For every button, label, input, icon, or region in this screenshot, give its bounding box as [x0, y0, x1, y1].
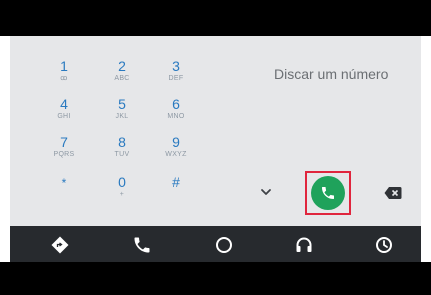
backspace-icon[interactable] — [384, 186, 402, 200]
top-letterbox — [0, 0, 431, 36]
key-4-letters: GHI — [57, 113, 71, 120]
key-hash-symbol: # — [172, 174, 180, 190]
key-7[interactable]: 7 PQRS — [44, 134, 84, 172]
key-3[interactable]: 3 DEF — [156, 58, 196, 96]
key-hash[interactable]: # — [156, 174, 196, 212]
key-1-digit: 1 — [60, 58, 68, 74]
key-9-letters: WXYZ — [165, 151, 187, 158]
key-6-letters: MNO — [167, 113, 185, 120]
key-2-digit: 2 — [118, 58, 126, 74]
navigation-icon[interactable] — [50, 235, 70, 255]
key-9-digit: 9 — [172, 134, 180, 150]
key-5-digit: 5 — [118, 96, 126, 112]
key-2-letters: ABC — [114, 75, 130, 82]
key-4-digit: 4 — [60, 96, 68, 112]
key-7-letters: PQRS — [53, 151, 75, 158]
key-8-letters: TUV — [114, 151, 130, 158]
key-5[interactable]: 5 JKL — [102, 96, 142, 134]
key-7-digit: 7 — [60, 134, 68, 150]
phone-icon — [322, 187, 334, 199]
key-0-digit: 0 — [118, 174, 126, 190]
key-3-digit: 3 — [172, 58, 180, 74]
nav-bar — [10, 226, 421, 262]
bottom-letterbox — [0, 262, 431, 295]
key-1-voicemail-label: ꝏ — [60, 75, 68, 82]
dial-number-title: Discar um número — [274, 66, 389, 82]
chevron-down-icon[interactable] — [256, 182, 276, 202]
call-button-highlight — [305, 171, 351, 215]
dialer-panel: 1 ꝏ 2 ABC 3 DEF 4 GHI 5 JKL 6 MNO 7 PQRS… — [10, 36, 421, 226]
key-8[interactable]: 8 TUV — [102, 134, 142, 172]
key-6-digit: 6 — [172, 96, 180, 112]
key-4[interactable]: 4 GHI — [44, 96, 84, 134]
key-0-plus: + — [119, 191, 125, 198]
key-6[interactable]: 6 MNO — [156, 96, 196, 134]
phone-icon[interactable] — [132, 235, 152, 255]
key-star-symbol: * — [61, 176, 67, 190]
key-2[interactable]: 2 ABC — [102, 58, 142, 96]
keypad: 1 ꝏ 2 ABC 3 DEF 4 GHI 5 JKL 6 MNO 7 PQRS… — [10, 36, 210, 226]
key-0[interactable]: 0 + — [102, 174, 142, 212]
android-auto-screen: 1 ꝏ 2 ABC 3 DEF 4 GHI 5 JKL 6 MNO 7 PQRS… — [0, 0, 431, 295]
key-1[interactable]: 1 ꝏ — [44, 58, 84, 96]
key-star[interactable]: * — [44, 174, 84, 212]
recents-clock-icon[interactable] — [374, 235, 394, 255]
call-button[interactable] — [311, 176, 345, 210]
key-8-digit: 8 — [118, 134, 126, 150]
headphones-icon[interactable] — [294, 235, 314, 255]
key-3-letters: DEF — [168, 75, 184, 82]
home-circle-icon[interactable] — [214, 235, 234, 255]
key-9[interactable]: 9 WXYZ — [156, 134, 196, 172]
key-5-letters: JKL — [115, 113, 129, 120]
